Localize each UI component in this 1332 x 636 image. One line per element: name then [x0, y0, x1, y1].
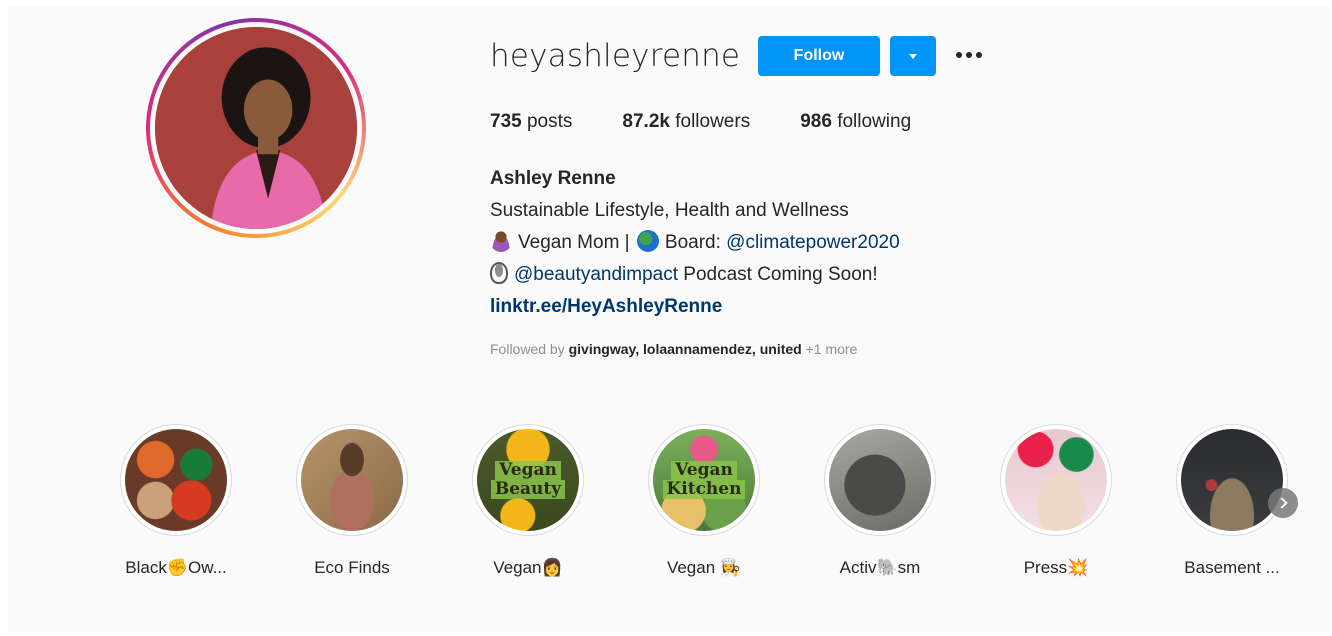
highlight-overlay-line: Vegan — [495, 461, 561, 480]
suggested-accounts-dropdown-button[interactable] — [890, 36, 936, 76]
bio-line-3: @beautyandimpact Podcast Coming Soon! — [490, 259, 878, 291]
followers-count: 87.2k — [622, 111, 670, 132]
highlight-label: Press💥 — [1023, 558, 1089, 577]
bio-vegan-mom-text: Vegan Mom | — [518, 232, 630, 253]
posts-label: posts — [526, 111, 573, 132]
follow-button[interactable]: Follow — [758, 36, 880, 76]
highlight-label: Eco Finds — [314, 558, 390, 577]
followed-by-prefix: Followed by — [490, 341, 565, 357]
mention-climatepower2020[interactable]: @climatepower2020 — [726, 232, 900, 253]
highlight-cover — [829, 429, 931, 531]
highlight-item[interactable]: Vegan Beauty Vegan👩 — [463, 424, 593, 578]
chevron-down-icon — [909, 53, 917, 59]
following-label: following — [837, 111, 912, 132]
profile-username: heyashleyrenne — [490, 38, 741, 74]
avatar-illustration — [155, 27, 357, 229]
highlight-label: Vegan 👩‍🍳 — [666, 558, 742, 577]
bio-external-link[interactable]: linktr.ee/HeyAshleyRenne — [490, 291, 722, 323]
highlight-item[interactable]: Activ🐘sm — [815, 424, 945, 578]
followers-stat[interactable]: 87.2k followers — [622, 111, 750, 133]
profile-stats: 735 posts 87.2k followers 986 following — [490, 111, 961, 133]
highlight-label: Black✊Ow... — [125, 558, 227, 577]
followed-by[interactable]: Followed by givingway, lolaannamendez, u… — [490, 341, 857, 357]
chevron-right-icon — [1275, 497, 1288, 509]
mention-beautyandimpact[interactable]: @beautyandimpact — [514, 264, 678, 285]
highlight-cover — [301, 429, 403, 531]
highlight-item[interactable]: Eco Finds — [287, 424, 417, 578]
bio-line-1: Sustainable Lifestyle, Health and Wellne… — [490, 200, 849, 221]
highlight-label: Basement ... — [1184, 558, 1280, 577]
highlight-label: Vegan👩 — [493, 558, 563, 577]
followers-label: followers — [675, 111, 751, 132]
highlight-item[interactable]: Vegan Kitchen Vegan 👩‍🍳 — [639, 424, 769, 578]
highlight-overlay-line: Vegan — [671, 461, 737, 480]
bio-podcast-text: Podcast Coming Soon! — [683, 264, 878, 285]
highlight-overlay-line: Kitchen — [662, 480, 746, 499]
microphone-icon — [490, 262, 508, 284]
posts-stat: 735 posts — [490, 111, 572, 133]
posts-count: 735 — [490, 111, 522, 132]
highlight-label: Activ🐘sm — [839, 558, 921, 577]
bio-board-text: Board: — [664, 232, 721, 253]
highlight-cover — [1181, 429, 1283, 531]
highlight-cover: Vegan Beauty — [477, 429, 579, 531]
highlight-cover — [1005, 429, 1107, 531]
highlight-overlay-line: Beauty — [490, 480, 566, 499]
highlight-item[interactable]: Press💥 — [991, 424, 1121, 578]
avatar-photo — [155, 27, 357, 229]
highlight-cover — [125, 429, 227, 531]
more-options-button[interactable] — [952, 44, 986, 66]
highlights-next-button[interactable] — [1268, 488, 1298, 518]
followed-by-names: givingway, lolaannamendez, united — [568, 341, 802, 357]
followed-by-more: +1 more — [805, 341, 858, 357]
bio-line-2: Vegan Mom | Board: @climatepower2020 — [490, 227, 900, 259]
woman-icon — [490, 230, 512, 252]
highlight-cover: Vegan Kitchen — [653, 429, 755, 531]
following-stat[interactable]: 986 following — [800, 111, 911, 133]
following-count: 986 — [800, 111, 832, 132]
profile-full-name: Ashley Renne — [490, 168, 616, 189]
more-horizontal-icon — [956, 52, 962, 58]
globe-icon — [636, 230, 659, 252]
highlight-item[interactable]: Black✊Ow... — [111, 424, 241, 578]
profile-avatar[interactable] — [146, 18, 366, 238]
